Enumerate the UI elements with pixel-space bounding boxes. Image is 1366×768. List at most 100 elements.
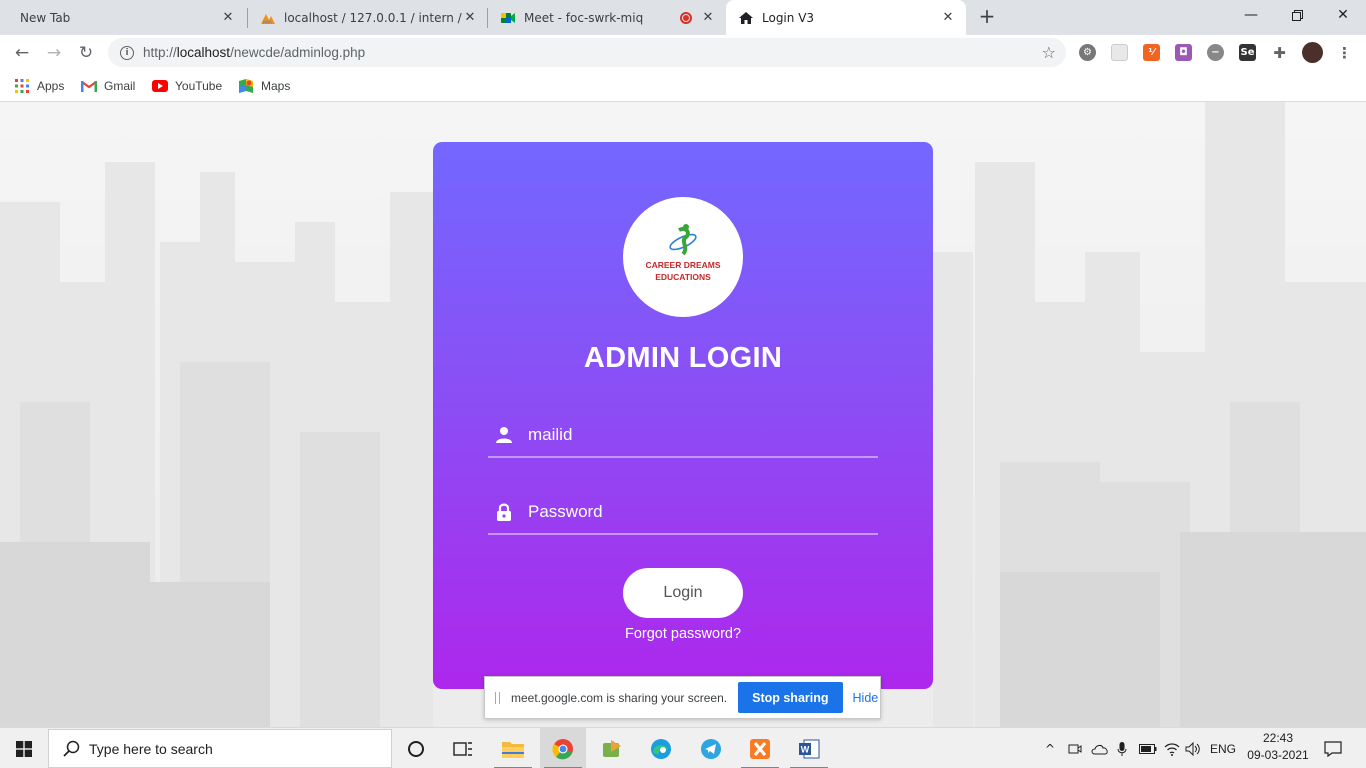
phpmyadmin-icon: PMA (260, 10, 276, 26)
gmail-icon (81, 78, 97, 94)
reload-icon[interactable]: ↻ (72, 39, 100, 67)
tab-title: New Tab (20, 10, 71, 25)
login-card: CAREER DREAMS EDUCATIONS ADMIN LOGIN Log… (433, 142, 933, 689)
battery-icon[interactable] (1138, 728, 1158, 768)
password-field (488, 491, 878, 535)
orange-extension-icon[interactable]: ⅟ (1143, 44, 1160, 61)
url-host: localhost (176, 45, 231, 60)
close-icon[interactable]: ✕ (940, 10, 956, 26)
lock-icon (490, 498, 518, 526)
url-text[interactable]: http://localhost/newcde/adminlog.php (143, 45, 365, 60)
bookmarks-bar: Apps Gmail YouTube Maps (0, 71, 1366, 102)
bookmark-label: Gmail (104, 79, 136, 93)
drag-handle-icon[interactable] (495, 691, 500, 704)
microphone-icon[interactable] (1114, 728, 1130, 768)
clock[interactable]: 22:43 09-03-2021 (1240, 730, 1316, 764)
minimize-icon[interactable]: — (1228, 0, 1274, 30)
close-icon[interactable]: ✕ (700, 10, 716, 26)
tab-login-v3[interactable]: Login V3 ✕ (726, 0, 966, 35)
language-indicator[interactable]: ENG (1208, 728, 1238, 768)
task-view-icon[interactable] (440, 728, 486, 768)
search-icon (62, 740, 80, 758)
se-extension-icon[interactable]: Se (1239, 44, 1256, 61)
chrome-icon[interactable] (540, 728, 586, 768)
google-meet-icon (500, 10, 516, 26)
xampp-icon[interactable] (737, 728, 783, 768)
clock-time: 22:43 (1262, 731, 1294, 745)
svg-text:W: W (801, 744, 810, 754)
word-icon[interactable]: W (786, 728, 832, 768)
email-input[interactable] (528, 425, 878, 445)
meet-camera-tray-icon[interactable] (1066, 728, 1084, 768)
file-explorer-icon[interactable] (490, 728, 536, 768)
close-icon[interactable]: ✕ (220, 10, 236, 26)
bookmark-label: Maps (261, 79, 291, 93)
email-field (488, 414, 878, 458)
bookmark-youtube[interactable]: YouTube (152, 77, 222, 95)
bookmark-apps[interactable]: Apps (14, 77, 64, 95)
tab-meet[interactable]: Meet - foc-swrk-miq ✕ (488, 0, 726, 35)
home-icon (738, 10, 754, 26)
svg-text:PMA: PMA (263, 20, 272, 25)
browser-tabstrip: New Tab ✕ PMA localhost / 127.0.0.1 / in… (0, 0, 1366, 35)
logo-text-line1: CAREER DREAMS (645, 260, 720, 270)
page-viewport: CAREER DREAMS EDUCATIONS ADMIN LOGIN Log… (0, 102, 1366, 727)
menu-kebab-icon[interactable]: ⋮ (1336, 44, 1353, 62)
youtube-icon (152, 78, 168, 94)
bookmark-maps[interactable]: Maps (238, 77, 290, 95)
url-path: /newcde/adminlog.php (230, 45, 366, 60)
chevron-up-icon[interactable]: ^ (1042, 728, 1058, 768)
windows-taskbar: W ^ ENG 22:43 09-03-2021 (0, 727, 1366, 768)
tab-title: Login V3 (762, 10, 815, 25)
puzzle-icon[interactable]: ✚ (1271, 44, 1288, 62)
back-icon[interactable]: ← (8, 39, 36, 67)
close-icon[interactable]: ✕ (462, 10, 478, 26)
logo: CAREER DREAMS EDUCATIONS (623, 197, 743, 317)
onedrive-icon[interactable] (1090, 728, 1110, 768)
notifications-icon[interactable] (1320, 728, 1346, 768)
forgot-password-link[interactable]: Forgot password? (433, 626, 933, 642)
bookmark-label: Apps (37, 79, 65, 93)
apps-grid-icon (14, 78, 30, 94)
tab-new-tab[interactable]: New Tab ✕ (8, 0, 246, 35)
clock-date: 09-03-2021 (1247, 748, 1309, 762)
gear-extension-icon[interactable]: ⚙ (1079, 44, 1096, 61)
tab-title: Meet - foc-swrk-miq (524, 10, 644, 25)
windows-start-icon[interactable] (0, 728, 48, 768)
url-prefix: http:// (143, 45, 177, 60)
volume-icon[interactable] (1184, 728, 1202, 768)
forward-icon[interactable]: → (40, 39, 68, 67)
search-input[interactable] (89, 740, 389, 757)
taskbar-search[interactable] (48, 729, 392, 768)
cortana-icon[interactable] (393, 728, 439, 768)
address-bar[interactable]: i http://localhost/newcde/adminlog.php ☆ (108, 38, 1066, 67)
site-info-icon[interactable]: i (120, 45, 134, 60)
tab-phpmyadmin[interactable]: PMA localhost / 127.0.0.1 / intern / tas… (248, 0, 488, 35)
window-close-icon[interactable]: ✕ (1320, 0, 1366, 30)
login-button[interactable]: Login (623, 568, 743, 618)
browser-toolbar: ← → ↻ i http://localhost/newcde/adminlog… (0, 35, 1366, 71)
wifi-icon[interactable] (1163, 728, 1181, 768)
stop-sharing-button[interactable]: Stop sharing (738, 682, 843, 713)
screen-share-bar: meet.google.com is sharing your screen. … (484, 676, 881, 719)
page-title: ADMIN LOGIN (583, 342, 783, 374)
tab-title: localhost / 127.0.0.1 / intern / tas (284, 10, 462, 25)
bookmark-star-icon[interactable]: ☆ (1042, 43, 1056, 62)
circle-extension-icon[interactable]: − (1207, 44, 1224, 61)
restore-icon[interactable] (1274, 0, 1320, 30)
bookmark-gmail[interactable]: Gmail (81, 77, 135, 95)
profile-avatar[interactable] (1302, 42, 1323, 63)
bookmark-label: YouTube (175, 79, 223, 93)
app-icon[interactable] (589, 728, 635, 768)
user-icon (490, 421, 518, 449)
purple-extension-icon[interactable]: ◘ (1175, 44, 1192, 61)
hide-link[interactable]: Hide (853, 691, 879, 705)
password-input[interactable] (528, 502, 878, 522)
new-tab-icon[interactable]: + (976, 4, 998, 28)
recording-icon (680, 11, 692, 24)
share-message: meet.google.com is sharing your screen. (511, 690, 728, 705)
edge-icon[interactable] (638, 728, 684, 768)
telegram-icon[interactable] (688, 728, 734, 768)
maps-icon (238, 78, 254, 94)
grey-extension-icon[interactable] (1111, 44, 1128, 61)
